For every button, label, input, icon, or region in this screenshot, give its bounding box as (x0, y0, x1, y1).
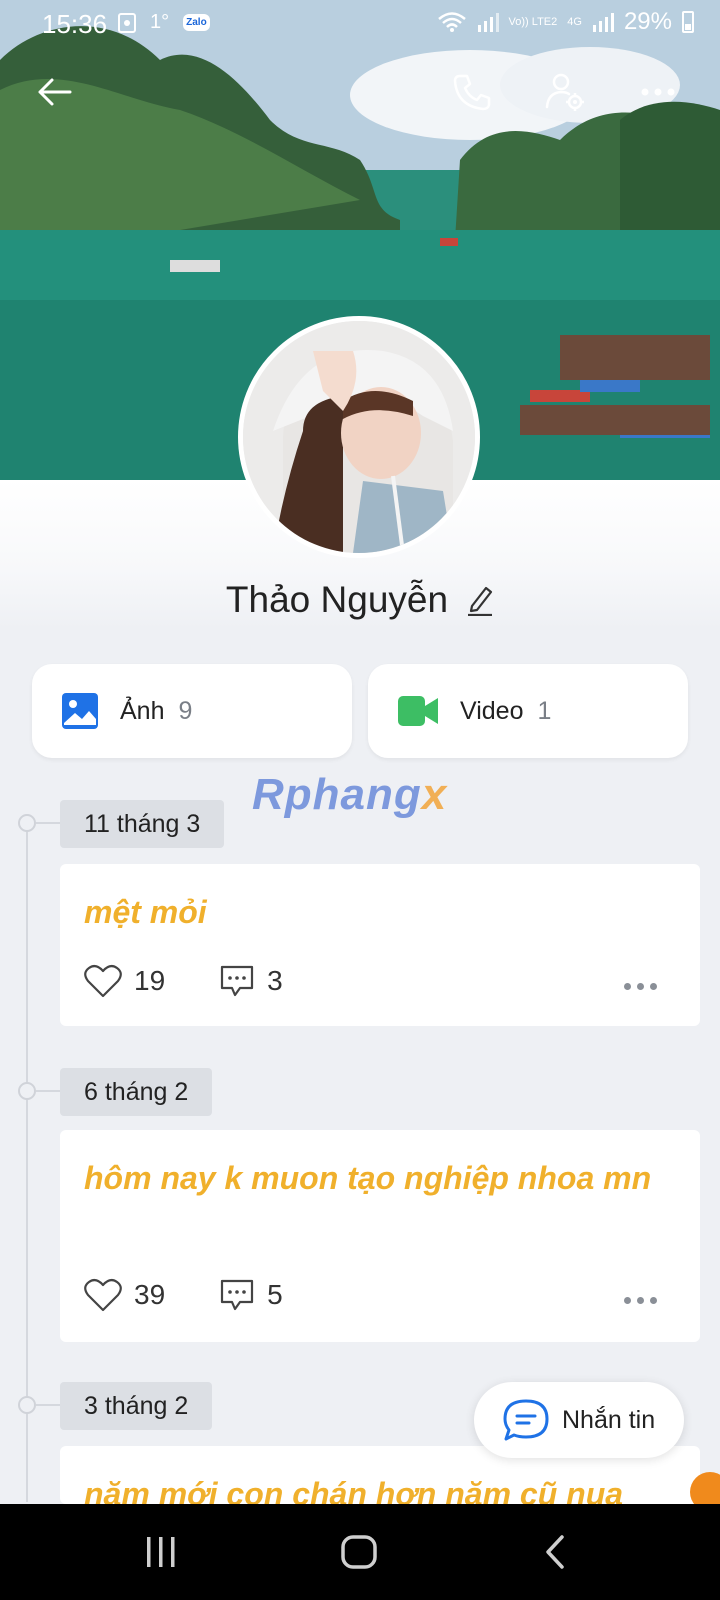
timeline-dot (18, 1396, 36, 1414)
status-system-icons: Vo)) LTE2 4G 29% (437, 8, 694, 36)
signal-icon (477, 13, 499, 32)
profile-name: Thảo Nguyễn (225, 579, 449, 620)
post-more-button[interactable] (624, 1290, 664, 1310)
photos-count: 9 (178, 696, 193, 725)
signal-icon-2 (592, 13, 614, 32)
like-button[interactable]: 19 (84, 964, 165, 998)
watermark-text: Rphang (252, 770, 422, 819)
back-button[interactable] (32, 70, 76, 114)
more-button[interactable] (636, 70, 680, 114)
zalo-icon: Zalo (183, 14, 210, 31)
timeline-dot (18, 1082, 36, 1100)
profile-name-row: Thảo Nguyễn (0, 576, 720, 624)
status-notifications: 1° Zalo (118, 11, 210, 34)
video-icon (398, 696, 438, 726)
chat-bubble-icon (503, 1399, 549, 1441)
send-message-button[interactable]: Nhắn tin (474, 1382, 684, 1458)
post-date: 3 tháng 2 (60, 1382, 213, 1430)
post-card[interactable]: hôm nay k muon tạo nghiệp nhoa mn 39 5 (60, 1130, 700, 1342)
arrow-left-icon (38, 78, 72, 106)
post-text: năm mới con chán hơn năm cũ nua (84, 1476, 624, 1504)
comment-count: 5 (267, 1279, 283, 1310)
status-bar: 15:36 1° Zalo Vo)) LTE2 4G 29% (0, 0, 720, 46)
comment-icon (221, 1279, 254, 1311)
photo-icon (62, 693, 98, 729)
system-nav-bar (0, 1504, 720, 1600)
pencil-icon (468, 586, 493, 616)
home-button[interactable] (334, 1532, 384, 1572)
phone-icon (453, 74, 491, 111)
system-back-button[interactable] (530, 1532, 580, 1572)
watermark-x: x (421, 770, 448, 819)
avatar-image (243, 321, 475, 553)
call-button[interactable] (450, 70, 494, 114)
screenshot-icon (118, 12, 136, 33)
post-card[interactable]: mệt mỏi 19 3 (60, 864, 700, 1026)
battery-icon (682, 11, 694, 33)
timeline-tick (36, 1090, 60, 1092)
like-count: 39 (134, 1279, 166, 1310)
timeline-tick (36, 1404, 60, 1406)
battery-percent: 29% (623, 8, 672, 35)
weather-temp: 1° (150, 11, 170, 33)
recents-icon (147, 1537, 175, 1567)
send-message-label: Nhắn tin (562, 1405, 656, 1434)
volte-label: Vo)) LTE2 (508, 15, 558, 28)
timeline-dot (18, 814, 36, 832)
profile-settings-button[interactable] (543, 70, 587, 114)
edit-name-button[interactable] (466, 584, 494, 616)
chevron-left-icon (546, 1535, 564, 1569)
comment-button[interactable]: 5 (219, 1278, 283, 1312)
heart-icon (84, 1278, 122, 1312)
videos-count: 1 (537, 696, 552, 725)
like-count: 19 (134, 965, 166, 996)
comment-count: 3 (267, 965, 283, 996)
post-stats: 39 5 (84, 1278, 337, 1312)
like-button[interactable]: 39 (84, 1278, 165, 1312)
timeline-tick (36, 822, 60, 824)
home-icon (341, 1535, 377, 1569)
profile-avatar[interactable] (238, 316, 480, 558)
photos-label: Ảnh (120, 696, 165, 725)
network-type: 4G (567, 15, 582, 28)
post-date: 6 tháng 2 (60, 1068, 213, 1116)
comment-button[interactable]: 3 (219, 964, 283, 998)
post-text: hôm nay k muon tạo nghiệp nhoa mn (84, 1160, 652, 1196)
post-more-button[interactable] (624, 976, 664, 996)
user-settings-icon (545, 73, 584, 111)
videos-label: Video (460, 696, 524, 725)
more-horizontal-icon (641, 88, 675, 96)
photos-card[interactable]: Ảnh 9 (32, 664, 352, 758)
post-text: mệt mỏi (84, 894, 207, 930)
comment-icon (221, 965, 254, 997)
wifi-icon (437, 12, 466, 32)
post-stats: 19 3 (84, 964, 337, 998)
watermark-logo: Rphangx (252, 770, 447, 820)
recent-apps-button[interactable] (136, 1532, 186, 1572)
status-time: 15:36 (42, 9, 108, 39)
post-date: 11 tháng 3 (60, 800, 225, 848)
videos-card[interactable]: Video 1 (368, 664, 688, 758)
heart-icon (84, 964, 122, 998)
